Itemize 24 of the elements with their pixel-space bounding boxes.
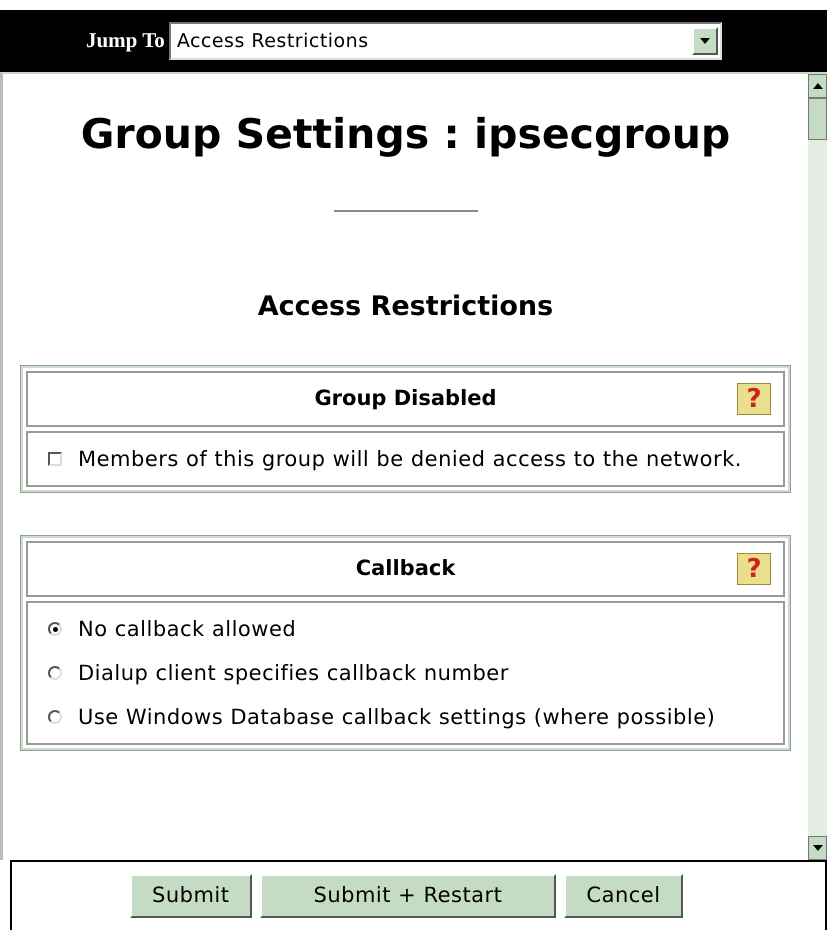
checkbox[interactable] bbox=[48, 452, 62, 466]
jump-to-label: Jump To bbox=[86, 27, 165, 54]
form-button[interactable]: Submit + Restart bbox=[260, 874, 556, 918]
option-label: Use Windows Database callback settings (where possible) bbox=[78, 704, 716, 731]
radio-button[interactable] bbox=[48, 666, 62, 680]
form-button[interactable]: Submit bbox=[130, 874, 252, 918]
scroll-down-icon[interactable] bbox=[808, 836, 827, 860]
page-title: Group Settings : ipsecgroup bbox=[80, 109, 732, 160]
option-label: No callback allowed bbox=[78, 616, 296, 643]
jump-to-dropdown[interactable]: Access Restrictions bbox=[168, 22, 722, 60]
option-label: Dialup client specifies callback number bbox=[78, 660, 509, 687]
scroll-up-icon[interactable] bbox=[808, 74, 827, 98]
scrollbar[interactable] bbox=[808, 74, 827, 860]
radio-button[interactable] bbox=[48, 622, 62, 636]
option-label: Members of this group will be denied access to the network. bbox=[78, 446, 742, 473]
help-icon[interactable]: ? bbox=[737, 383, 771, 415]
form-button[interactable]: Cancel bbox=[564, 874, 683, 918]
panel-title: Callback bbox=[356, 555, 456, 582]
help-icon[interactable]: ? bbox=[737, 553, 771, 585]
panel-title: Group Disabled bbox=[314, 385, 497, 412]
dropdown-caret-icon bbox=[692, 27, 718, 55]
radio-button[interactable] bbox=[48, 710, 62, 724]
scroll-thumb[interactable] bbox=[808, 98, 827, 140]
section-title: Access Restrictions bbox=[256, 290, 554, 324]
